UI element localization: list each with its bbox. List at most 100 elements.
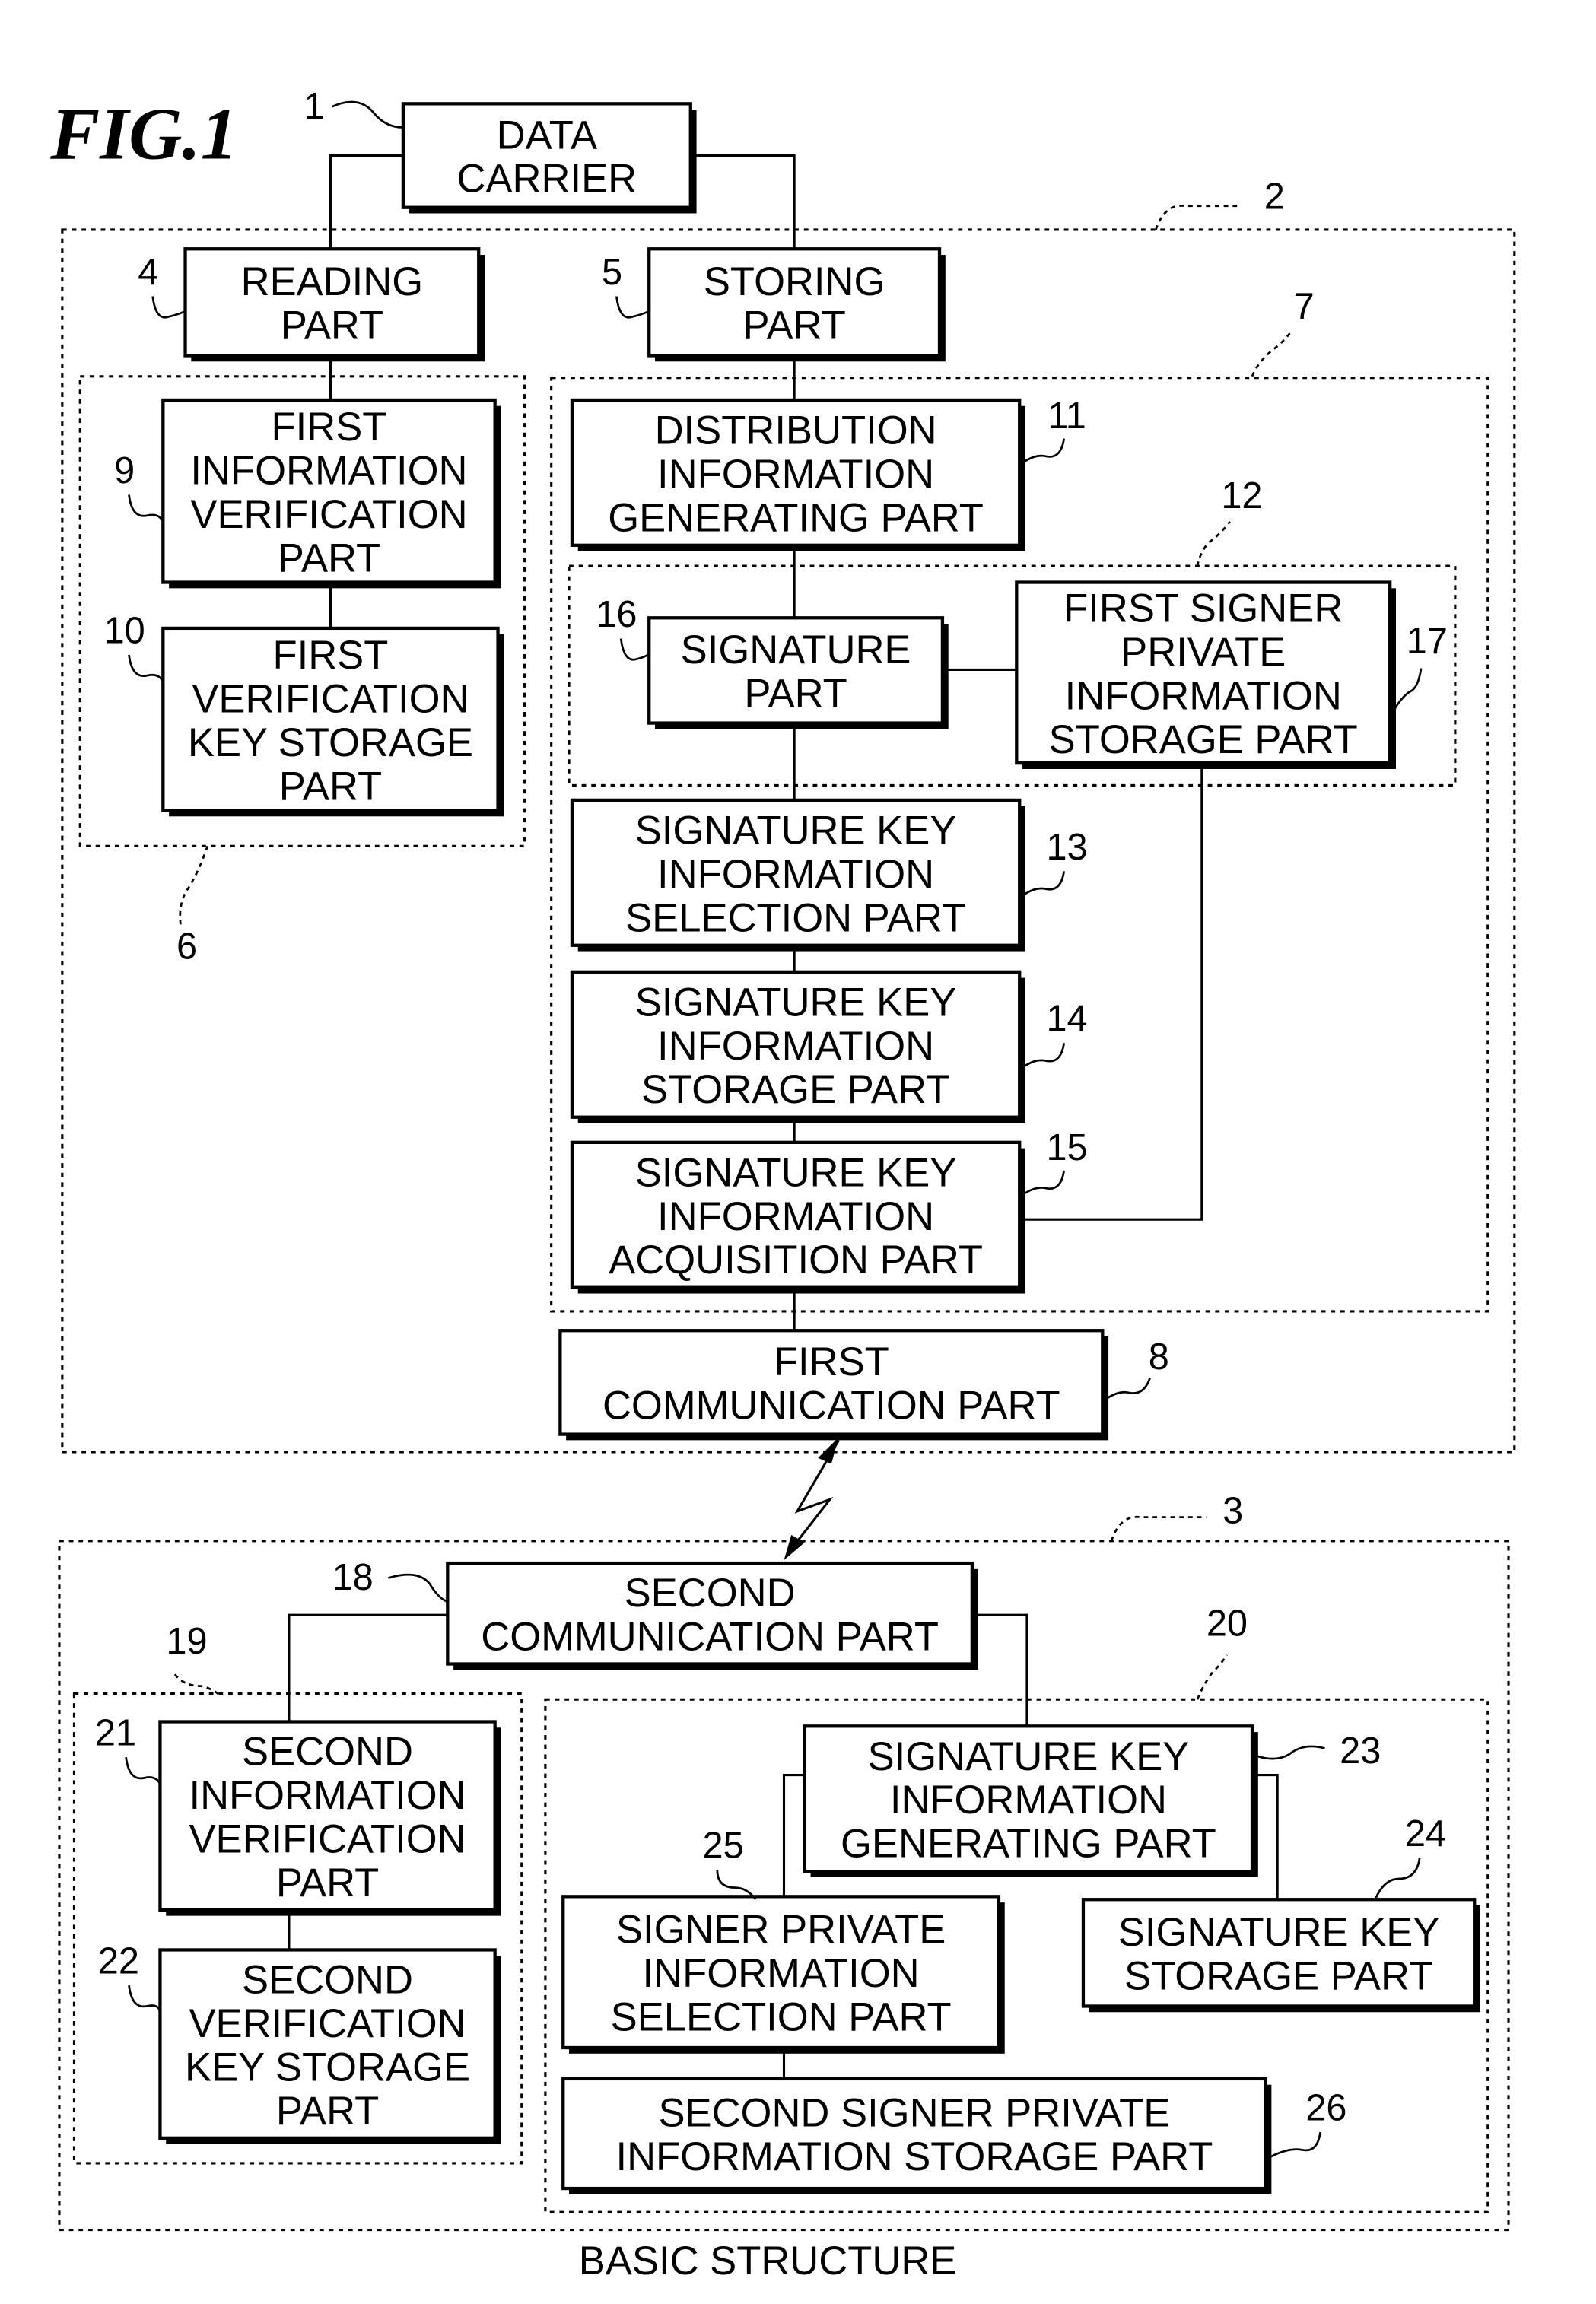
- block-label-line: PART: [276, 1861, 379, 1905]
- connector-23-25: [782, 1774, 805, 1897]
- block-label-line: INFORMATION: [657, 1024, 934, 1069]
- block-label-line: DATA: [497, 113, 597, 157]
- reference-leader: [1102, 1378, 1151, 1403]
- reference-leader: [128, 1985, 161, 2013]
- connector-1-4: [329, 154, 403, 249]
- block-label-line: SELECTION PART: [611, 1995, 952, 2040]
- block-label-line: READING: [241, 259, 424, 304]
- block-label-line: SIGNER PRIVATE: [616, 1908, 946, 1953]
- block-label-line: SIGNATURE KEY: [868, 1734, 1190, 1779]
- connector-18-21: [288, 1613, 448, 1722]
- reference-leader: [125, 1757, 161, 1784]
- block-label-line: ACQUISITION PART: [609, 1238, 983, 1282]
- block-label-line: PRIVATE: [1121, 630, 1286, 675]
- block-18: SECONDCOMMUNICATION PART: [446, 1561, 978, 1670]
- block-label-line: INFORMATION STORAGE PART: [615, 2134, 1213, 2179]
- reference-number: 9: [114, 450, 135, 491]
- block-10: FIRSTVERIFICATIONKEY STORAGEPART: [161, 626, 504, 817]
- block-label-line: KEY STORAGE: [185, 2045, 470, 2089]
- reference-number: 5: [602, 252, 622, 293]
- block-label-line: SELECTION PART: [625, 895, 966, 940]
- group-reference-number: 7: [1294, 286, 1315, 327]
- block-label-line: INFORMATION: [657, 852, 934, 897]
- block-13: SIGNATURE KEYINFORMATIONSELECTION PART: [570, 798, 1026, 952]
- block-25: SIGNER PRIVATEINFORMATIONSELECTION PART: [561, 1895, 1005, 2054]
- reference-number: 11: [1048, 396, 1086, 437]
- block-21: SECONDINFORMATIONVERIFICATIONPART: [158, 1720, 501, 1916]
- reference-leader: [1019, 1170, 1065, 1198]
- block-label-line: SIGNATURE KEY: [635, 808, 957, 853]
- group-reference-number: 3: [1222, 1490, 1243, 1531]
- reference-number: 21: [95, 1713, 136, 1754]
- connector-1-5: [690, 154, 796, 249]
- reference-number: 8: [1149, 1336, 1169, 1378]
- block-14: SIGNATURE KEYINFORMATIONSTORAGE PART: [570, 970, 1026, 1123]
- block-label-line: INFORMATION: [189, 1773, 466, 1818]
- block-24: SIGNATURE KEYSTORAGE PART: [1081, 1898, 1481, 2013]
- block-16: SIGNATUREPART: [647, 616, 949, 729]
- block-label-line: VERIFICATION: [189, 1816, 466, 1861]
- reference-leader: [1019, 438, 1065, 466]
- block-label-line: PART: [281, 303, 383, 348]
- reference-leader: [151, 296, 186, 319]
- block-label-line: KEY STORAGE: [188, 720, 473, 765]
- block-label-line: SECOND: [242, 1957, 413, 2002]
- reference-number: 17: [1407, 621, 1448, 662]
- reference-leader: [331, 100, 403, 129]
- reference-leader: [1019, 871, 1065, 899]
- reference-leader: [1266, 2131, 1321, 2160]
- block-label-line: STORAGE PART: [1049, 717, 1358, 762]
- block-5: STORINGPART: [647, 247, 946, 362]
- block-label-line: STORING: [704, 259, 885, 304]
- block-label-line: STORAGE PART: [641, 1067, 950, 1112]
- reference-number: 26: [1305, 2087, 1346, 2128]
- block-label-line: SIGNATURE KEY: [635, 1150, 957, 1195]
- group-reference-leader: [1196, 520, 1231, 567]
- reference-number: 18: [332, 1557, 374, 1598]
- block-label-line: PART: [744, 672, 847, 717]
- reference-number: 13: [1046, 827, 1087, 868]
- block-label-line: STORAGE PART: [1124, 1954, 1433, 1999]
- block-26: SECOND SIGNER PRIVATEINFORMATION STORAGE…: [561, 2077, 1272, 2194]
- group-reference-leader: [1251, 331, 1292, 377]
- block-label-line: GENERATING PART: [841, 1822, 1216, 1867]
- block-label-line: INFORMATION: [190, 448, 467, 493]
- reference-number: 16: [596, 594, 637, 635]
- group-reference-leader: [173, 1673, 221, 1696]
- block-label-line: CARRIER: [457, 157, 637, 202]
- group-reference-leader: [1110, 1515, 1207, 1542]
- reference-number: 4: [138, 252, 158, 293]
- block-22: SECONDVERIFICATIONKEY STORAGEPART: [158, 1948, 501, 2144]
- reference-leader: [128, 494, 164, 523]
- reference-number: 25: [703, 1826, 744, 1867]
- block-15: SIGNATURE KEYINFORMATIONACQUISITION PART: [570, 1140, 1026, 1294]
- block-label-line: DISTRIBUTION: [655, 408, 937, 453]
- group-reference-leader: [179, 845, 209, 926]
- block-label-line: SECOND: [242, 1729, 413, 1774]
- block-label-line: PART: [279, 764, 382, 809]
- block-label-line: INFORMATION: [1065, 674, 1342, 719]
- block-label-line: INFORMATION: [643, 1951, 920, 1996]
- block-label-line: SECOND SIGNER PRIVATE: [658, 2091, 1170, 2136]
- block-8: FIRSTCOMMUNICATION PART: [558, 1329, 1109, 1441]
- group-reference-number: 12: [1221, 475, 1262, 516]
- block-label-line: VERIFICATION: [189, 2001, 466, 2046]
- block-label-line: FIRST SIGNER: [1063, 586, 1343, 631]
- reference-leader: [128, 654, 164, 682]
- group-reference-number: 6: [176, 926, 197, 967]
- block-9: FIRSTINFORMATIONVERIFICATIONPART: [161, 398, 501, 589]
- block-label-line: COMMUNICATION PART: [481, 1614, 939, 1659]
- reference-number: 24: [1405, 1813, 1446, 1854]
- block-label-line: INFORMATION: [657, 1194, 934, 1239]
- block-label-line: INFORMATION: [890, 1778, 1167, 1823]
- reference-leader: [1251, 1745, 1325, 1760]
- group-reference-leader: [1155, 205, 1239, 230]
- figure-label: FIG.1: [49, 93, 237, 175]
- reference-number: 15: [1046, 1127, 1087, 1168]
- reference-number: 1: [304, 86, 324, 127]
- reference-number: 23: [1340, 1730, 1381, 1772]
- connector-18-23: [971, 1613, 1028, 1727]
- block-label-line: FIRST: [774, 1339, 889, 1384]
- block-label-line: PART: [278, 535, 380, 580]
- block-label-line: SIGNATURE KEY: [1118, 1910, 1440, 1955]
